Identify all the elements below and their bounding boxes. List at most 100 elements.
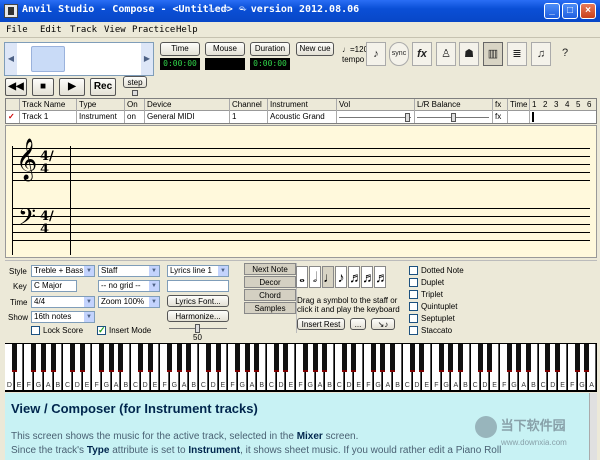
volume-slider[interactable] <box>337 111 415 123</box>
view-select[interactable]: Staff ▼ <box>98 265 160 277</box>
chevron-down-icon[interactable]: ▼ <box>84 312 94 322</box>
piano-black-key[interactable] <box>341 344 347 372</box>
piano-black-key[interactable] <box>370 344 376 372</box>
chevron-down-icon[interactable]: ▼ <box>84 297 94 307</box>
quintuplet-checkbox[interactable] <box>409 302 418 311</box>
piano-black-key[interactable] <box>108 344 114 372</box>
track-name-cell[interactable]: Track 1 <box>20 111 77 123</box>
menu-track[interactable]: Track <box>70 25 97 35</box>
piano-black-key[interactable] <box>312 344 318 372</box>
piano-black-key[interactable] <box>50 344 56 372</box>
thirty-second-note-icon[interactable]: ♬ <box>361 266 376 288</box>
track-active-check-icon[interactable]: ✓ <box>6 111 20 123</box>
piano-black-key[interactable] <box>438 344 444 372</box>
lock-score-checkbox[interactable] <box>31 326 40 335</box>
track-type-cell[interactable]: Instrument <box>77 111 125 123</box>
piano-black-key[interactable] <box>506 344 512 372</box>
insert-rest-button[interactable]: Insert Rest <box>297 318 345 330</box>
help-icon[interactable]: ? <box>555 42 575 66</box>
table-row[interactable]: ✓ Track 1 Instrument on General MIDI 1 A… <box>6 111 596 123</box>
chevron-down-icon[interactable]: ▼ <box>149 266 159 276</box>
harmonize-button[interactable]: Harmonize... <box>167 310 229 322</box>
piano-black-key[interactable] <box>302 344 308 372</box>
insert-mode-checkbox[interactable] <box>97 325 106 336</box>
grid-select[interactable]: -- no grid -- ▼ <box>98 280 160 292</box>
piano-black-key[interactable] <box>31 344 37 372</box>
piano-black-key[interactable] <box>526 344 532 372</box>
lyrics-line-select[interactable]: Lyrics line 1 ▼ <box>167 265 229 277</box>
piano-black-key[interactable] <box>516 344 522 372</box>
step-button[interactable]: step <box>123 76 147 88</box>
record-button[interactable]: Rec <box>90 78 116 96</box>
piano-black-key[interactable] <box>477 344 483 372</box>
mixer-icon[interactable]: ☗ <box>459 42 479 66</box>
style-select[interactable]: Treble + Bass ▼ <box>31 265 95 277</box>
chevron-down-icon[interactable]: ▼ <box>149 297 159 307</box>
score-staff-area[interactable]: 𝄞 4/4 𝄢 4/4 <box>5 125 597 258</box>
scroll-left-icon[interactable]: ◀ <box>5 43 17 75</box>
piano-black-key[interactable] <box>205 344 211 372</box>
tab-chord[interactable]: Chord <box>244 289 296 301</box>
balance-slider[interactable] <box>415 111 493 123</box>
duration-button[interactable]: Duration <box>250 42 290 56</box>
track-instrument-cell[interactable]: Acoustic Grand <box>268 111 337 123</box>
piano-black-key[interactable] <box>79 344 85 372</box>
chevron-down-icon[interactable]: ▼ <box>84 266 94 276</box>
track-channel-cell[interactable]: 1 <box>230 111 268 123</box>
fx-icon[interactable]: fx <box>412 42 432 66</box>
rewind-button[interactable]: ◀◀ <box>5 78 27 96</box>
new-cue-button[interactable]: New cue <box>296 42 334 56</box>
piano-black-key[interactable] <box>244 344 250 372</box>
play-button[interactable]: ▶ <box>59 78 85 96</box>
piano-black-key[interactable] <box>409 344 415 372</box>
help-scrollbar[interactable] <box>589 393 597 460</box>
scroll-right-icon[interactable]: ▶ <box>141 43 153 75</box>
piano-black-key[interactable] <box>273 344 279 372</box>
piano-black-key[interactable] <box>254 344 260 372</box>
key-select[interactable]: C Major <box>31 280 77 292</box>
septuplet-checkbox[interactable] <box>409 314 418 323</box>
nav-arrows-icon[interactable]: ⇦ ↶ ↷ <box>208 5 249 16</box>
track-measures-cell[interactable] <box>530 111 596 123</box>
track-device-cell[interactable]: General MIDI <box>145 111 230 123</box>
piano-black-key[interactable] <box>322 344 328 372</box>
step-slider[interactable] <box>132 90 138 96</box>
menu-file[interactable]: File <box>6 25 28 35</box>
piano-black-key[interactable] <box>99 344 105 372</box>
piano-black-key[interactable] <box>147 344 153 372</box>
menu-help[interactable]: Help <box>176 25 198 35</box>
piano-keyboard[interactable]: DEFGABCDEFGABCDEFGABCDEFGABCDEFGABCDEFGA… <box>5 343 597 392</box>
piano-black-key[interactable] <box>380 344 386 372</box>
menu-view[interactable]: View <box>104 25 126 35</box>
track-on-cell[interactable]: on <box>125 111 145 123</box>
piano-black-key[interactable] <box>69 344 75 372</box>
balance-thumb[interactable] <box>451 113 456 122</box>
piano-black-key[interactable] <box>555 344 561 372</box>
stop-button[interactable]: ■ <box>32 78 54 96</box>
menu-practice[interactable]: Practice <box>132 25 175 35</box>
piano-black-key[interactable] <box>545 344 551 372</box>
piano-black-key[interactable] <box>234 344 240 372</box>
piano-black-key[interactable] <box>419 344 425 372</box>
time-sig-select[interactable]: 4/4 ▼ <box>31 296 95 308</box>
close-button[interactable]: × <box>580 3 596 19</box>
piano-black-key[interactable] <box>186 344 192 372</box>
piano-black-key[interactable] <box>118 344 124 372</box>
microphone-icon[interactable]: ♙ <box>436 42 456 66</box>
scroll-thumb[interactable] <box>31 46 65 72</box>
position-scroller[interactable]: ◀ ▶ <box>4 42 154 76</box>
guitar-icon[interactable]: ♪ <box>366 42 386 66</box>
half-note-icon[interactable]: 𝅗𝅥 <box>309 266 321 288</box>
menu-edit[interactable]: Edit <box>40 25 62 35</box>
lyrics-input[interactable] <box>167 280 229 292</box>
duplet-checkbox[interactable] <box>409 278 418 287</box>
more-button[interactable]: ... <box>350 318 366 330</box>
piano-black-key[interactable] <box>574 344 580 372</box>
piano-black-key[interactable] <box>11 344 17 372</box>
piano-black-key[interactable] <box>40 344 46 372</box>
piano-black-key[interactable] <box>166 344 172 372</box>
piano-black-key[interactable] <box>176 344 182 372</box>
quarter-note-icon[interactable]: ♩ <box>322 266 337 288</box>
chevron-down-icon[interactable]: ▼ <box>218 266 228 276</box>
time-button[interactable]: Time <box>160 42 200 56</box>
